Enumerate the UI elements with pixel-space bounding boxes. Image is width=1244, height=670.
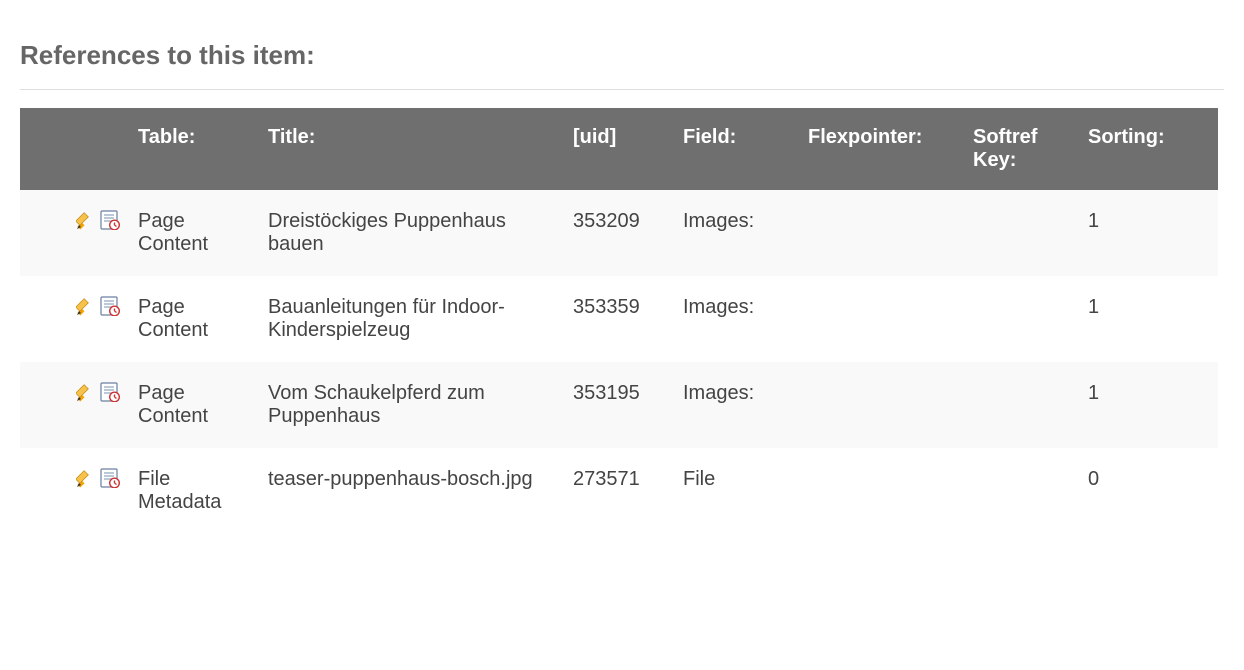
cell-table: File Metadata [130,448,260,534]
actions-cell [20,276,130,362]
th-flexpointer: Flexpointer: [800,108,965,190]
th-title: Title: [260,108,565,190]
cell-flexpointer [800,190,965,276]
history-icon[interactable] [100,382,120,408]
cell-flexpointer [800,276,965,362]
th-uid: [uid] [565,108,675,190]
table-row: Page ContentVom Schaukelpferd zum Puppen… [20,362,1218,448]
cell-table: Page Content [130,190,260,276]
th-softref: Softref Key: [965,108,1080,190]
cell-softref [965,190,1080,276]
cell-field: Images: [675,276,800,362]
edit-icon[interactable] [76,296,96,322]
cell-flexpointer [800,448,965,534]
edit-icon[interactable] [76,210,96,236]
th-sorting: Sorting: [1080,108,1218,190]
cell-uid: 353209 [565,190,675,276]
cell-softref [965,448,1080,534]
references-table: Table: Title: [uid] Field: Flexpointer: … [20,108,1218,534]
section-title: References to this item: [20,40,1224,71]
cell-title: teaser-puppenhaus-bosch.jpg [260,448,565,534]
history-icon[interactable] [100,210,120,236]
cell-title: Dreistöckiges Puppenhaus bauen [260,190,565,276]
edit-icon[interactable] [76,468,96,494]
actions-cell [20,190,130,276]
cell-uid: 353359 [565,276,675,362]
divider [20,89,1224,90]
actions-cell [20,448,130,534]
history-icon[interactable] [100,468,120,494]
th-actions [20,108,130,190]
th-table: Table: [130,108,260,190]
th-field: Field: [675,108,800,190]
cell-uid: 353195 [565,362,675,448]
cell-softref [965,276,1080,362]
cell-field: Images: [675,190,800,276]
cell-title: Bauanleitungen für Indoor-Kinderspielzeu… [260,276,565,362]
edit-icon[interactable] [76,382,96,408]
cell-field: File [675,448,800,534]
cell-title: Vom Schaukelpferd zum Puppenhaus [260,362,565,448]
cell-sorting: 1 [1080,362,1218,448]
cell-uid: 273571 [565,448,675,534]
actions-cell [20,362,130,448]
cell-table: Page Content [130,362,260,448]
cell-sorting: 1 [1080,190,1218,276]
cell-flexpointer [800,362,965,448]
cell-sorting: 1 [1080,276,1218,362]
table-header-row: Table: Title: [uid] Field: Flexpointer: … [20,108,1218,190]
cell-sorting: 0 [1080,448,1218,534]
cell-softref [965,362,1080,448]
cell-field: Images: [675,362,800,448]
table-row: Page ContentDreistöckiges Puppenhaus bau… [20,190,1218,276]
table-row: File Metadatateaser-puppenhaus-bosch.jpg… [20,448,1218,534]
table-row: Page ContentBauanleitungen für Indoor-Ki… [20,276,1218,362]
history-icon[interactable] [100,296,120,322]
cell-table: Page Content [130,276,260,362]
